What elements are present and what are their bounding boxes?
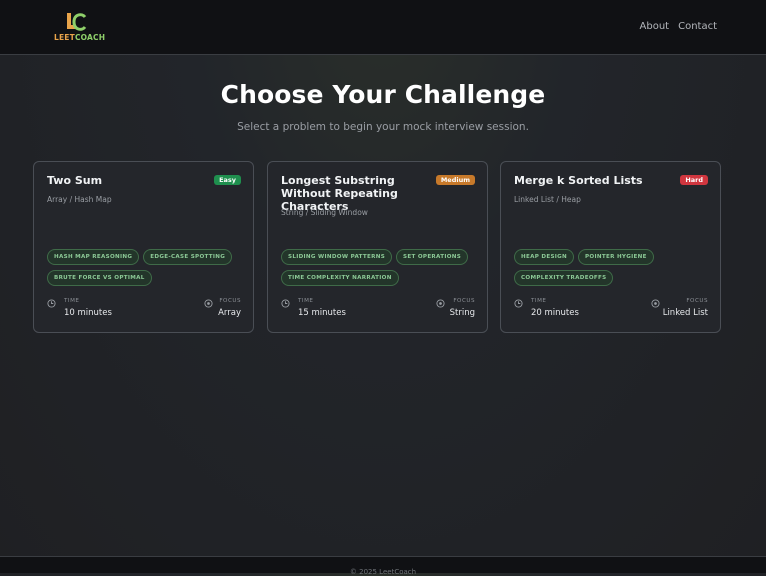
time-meta: TIME 20 minutes <box>531 298 579 318</box>
focus-meta: FOCUS Linked List <box>663 298 708 318</box>
skill-tags: HASH MAP REASONING EDGE-CASE SPOTTING BR… <box>47 249 243 286</box>
footer-copyright: © 2025 LeetCoach <box>349 568 417 576</box>
brand-wordmark-part1: LEET <box>54 33 75 42</box>
target-icon <box>204 299 213 308</box>
time-value: 20 minutes <box>531 308 579 318</box>
card-title: Merge k Sorted Lists <box>514 174 643 187</box>
skill-tag: TIME COMPLEXITY NARRATION <box>281 270 399 286</box>
skill-tag: SET OPERATIONS <box>396 249 469 265</box>
card-title: Two Sum <box>47 174 103 187</box>
skill-tags: HEAP DESIGN POINTER HYGIENE COMPLEXITY T… <box>514 249 710 286</box>
focus-label: FOCUS <box>686 298 708 304</box>
focus-value: Array <box>218 308 241 318</box>
page-title: Choose Your Challenge <box>220 80 546 109</box>
card-category: String / Sliding Window <box>281 208 368 217</box>
page-subtitle: Select a problem to begin your mock inte… <box>237 121 529 133</box>
challenge-card-merge-k-lists[interactable]: Merge k Sorted Lists Hard Linked List / … <box>500 161 721 333</box>
difficulty-badge: Medium <box>435 175 475 185</box>
main-nav: About Contact <box>640 21 717 32</box>
brand-logo[interactable]: LEETCOACH <box>54 11 105 43</box>
skill-tags: SLIDING WINDOW PATTERNS SET OPERATIONS T… <box>281 249 477 286</box>
skill-tag: COMPLEXITY TRADEOFFS <box>514 270 614 286</box>
target-icon <box>436 299 445 308</box>
target-icon <box>651 299 660 308</box>
focus-meta: FOCUS Array <box>218 298 241 318</box>
time-value: 15 minutes <box>298 308 346 318</box>
clock-icon <box>281 299 290 308</box>
skill-tag: POINTER HYGIENE <box>578 249 654 265</box>
brand-wordmark: LEETCOACH <box>54 33 105 42</box>
time-meta: TIME 10 minutes <box>64 298 112 318</box>
challenge-card-two-sum[interactable]: Two Sum Easy Array / Hash Map HASH MAP R… <box>33 161 254 333</box>
site-footer: © 2025 LeetCoach <box>0 556 766 576</box>
time-value: 10 minutes <box>64 308 112 318</box>
focus-value: Linked List <box>662 308 708 318</box>
focus-label: FOCUS <box>219 298 241 304</box>
card-category: Linked List / Heap <box>514 195 581 204</box>
logo-mark-icon <box>67 13 87 31</box>
brand-wordmark-part2: COACH <box>74 33 106 42</box>
time-label: TIME <box>298 298 314 304</box>
time-label: TIME <box>64 298 80 304</box>
skill-tag: HEAP DESIGN <box>514 249 575 265</box>
skill-tag: EDGE-CASE SPOTTING <box>143 249 233 265</box>
difficulty-badge: Easy <box>214 175 241 185</box>
skill-tag: BRUTE FORCE VS OPTIMAL <box>47 270 152 286</box>
skill-tag: SLIDING WINDOW PATTERNS <box>281 249 393 265</box>
focus-label: FOCUS <box>453 298 475 304</box>
challenge-card-longest-substring[interactable]: Longest Substring Without Repeating Char… <box>267 161 488 333</box>
skill-tag: HASH MAP REASONING <box>47 249 140 265</box>
focus-meta: FOCUS String <box>450 298 475 318</box>
nav-contact-link[interactable]: Contact <box>678 21 717 32</box>
site-header: LEETCOACH About Contact <box>0 0 766 55</box>
nav-about-link[interactable]: About <box>640 21 670 32</box>
focus-value: String <box>449 308 475 318</box>
clock-icon <box>514 299 523 308</box>
time-meta: TIME 15 minutes <box>298 298 346 318</box>
time-label: TIME <box>531 298 547 304</box>
card-category: Array / Hash Map <box>47 195 112 204</box>
clock-icon <box>47 299 56 308</box>
difficulty-badge: Hard <box>680 175 708 185</box>
